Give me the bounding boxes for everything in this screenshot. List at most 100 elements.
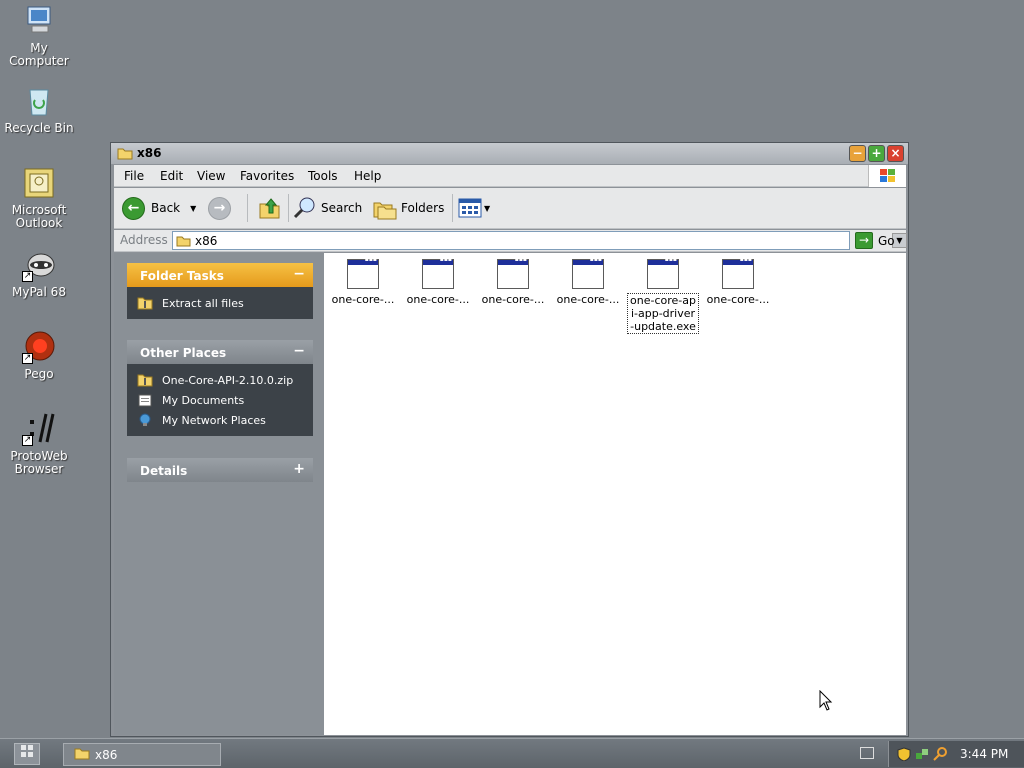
menu-tools[interactable]: Tools <box>308 169 338 183</box>
go-button[interactable]: → Go <box>855 231 905 250</box>
minimize-button[interactable]: − <box>849 145 866 162</box>
folders-label: Folders <box>401 201 445 215</box>
folders-button[interactable]: Folders <box>372 195 444 221</box>
other-places-link-label: One-Core-API-2.10.0.zip <box>162 373 294 387</box>
go-arrow-icon: → <box>855 232 873 249</box>
toolbar-separator <box>288 194 289 222</box>
back-arrow-icon: ← <box>122 196 145 220</box>
folder-icon <box>176 235 191 250</box>
other-places-link-my-documents[interactable]: My Documents <box>137 390 313 410</box>
desktop-icon-label: Microsoft Outlook <box>11 203 67 230</box>
file-item-selected[interactable]: one-core-ap i-app-driver -update.exe <box>627 256 699 334</box>
up-folder-button[interactable] <box>257 195 283 221</box>
desktop-icon-mypal[interactable]: ↗ MyPal 68 <box>0 248 78 299</box>
network-icon[interactable] <box>915 747 929 761</box>
exe-file-icon <box>647 256 679 289</box>
other-places-body: One-Core-API-2.10.0.zip My Documents My … <box>127 364 313 436</box>
desktop-icon-recycle-bin[interactable]: Recycle Bin <box>0 84 78 135</box>
file-name: one-core-... <box>481 293 545 306</box>
file-name: one-core-... <box>556 293 620 306</box>
zip-folder-icon <box>137 296 153 310</box>
taskbar-window-label: x86 <box>95 747 118 762</box>
views-grid-icon <box>458 198 482 218</box>
shortcut-arrow-icon: ↗ <box>22 271 33 282</box>
file-item[interactable]: one-core-... <box>327 256 399 306</box>
menu-favorites[interactable]: Favorites <box>240 169 294 183</box>
folder-icon <box>117 147 133 163</box>
security-shield-icon[interactable] <box>897 747 911 761</box>
collapse-icon[interactable]: − <box>293 266 305 282</box>
file-list-view[interactable]: one-core-... one-core-... one-core-... o… <box>324 253 906 735</box>
outlook-icon <box>22 166 56 200</box>
desktop-icon-label: MyPal 68 <box>12 285 66 299</box>
desktop-icon-protoweb[interactable]: ↗ ProtoWeb Browser <box>0 412 78 476</box>
close-button[interactable]: × <box>887 145 904 162</box>
windows-logo-icon <box>868 165 906 187</box>
taskbar: x86 3:44 PM <box>0 738 1024 768</box>
desktop-icon-outlook[interactable]: Microsoft Outlook <box>0 166 78 230</box>
search-label: Search <box>321 201 363 215</box>
folder-tasks-title: Folder Tasks <box>140 269 224 283</box>
exe-file-icon <box>722 256 754 289</box>
other-places-panel: Other Places − One-Core-API-2.10.0.zip M… <box>127 340 313 436</box>
recycle-bin-icon <box>22 84 56 118</box>
desktop-icon-my-computer[interactable]: My Computer <box>0 4 78 68</box>
extract-all-files-link[interactable]: Extract all files <box>137 293 313 313</box>
address-bar: Address x86 ▼ → Go <box>114 230 907 252</box>
expand-icon[interactable]: + <box>293 461 305 477</box>
menu-view[interactable]: View <box>197 169 225 183</box>
protoweb-icon: ↗ <box>22 412 56 446</box>
forward-button[interactable]: → <box>208 195 237 221</box>
forward-arrow-icon: → <box>208 196 231 220</box>
desktop-icon-label: Pego <box>24 367 54 381</box>
exe-file-icon <box>572 256 604 289</box>
file-item[interactable]: one-core-... <box>402 256 474 306</box>
address-value: x86 <box>195 234 218 248</box>
shortcut-arrow-icon: ↗ <box>22 435 33 446</box>
other-places-link-zip[interactable]: One-Core-API-2.10.0.zip <box>137 370 313 390</box>
search-tray-icon[interactable] <box>933 747 947 761</box>
address-input[interactable]: x86 ▼ <box>172 231 907 250</box>
toolbar: ← Back ▼ → Search Folders ▼ <box>114 188 906 229</box>
clock[interactable]: 3:44 PM <box>960 747 1008 761</box>
desktop-icon-pego[interactable]: ↗ Pego <box>0 330 78 381</box>
views-button[interactable]: ▼ <box>457 195 490 221</box>
taskbar-window-button[interactable]: x86 <box>63 743 221 766</box>
keyboard-icon[interactable] <box>860 747 874 759</box>
window-titlebar[interactable]: x86 − + × <box>111 143 908 164</box>
other-places-link-label: My Documents <box>162 393 245 407</box>
back-label: Back <box>151 201 181 215</box>
details-title: Details <box>140 464 188 478</box>
file-item[interactable]: one-core-... <box>552 256 624 306</box>
menu-help[interactable]: Help <box>354 169 381 183</box>
folder-tasks-header[interactable]: Folder Tasks − <box>127 263 313 287</box>
menu-file[interactable]: File <box>124 169 144 183</box>
back-button[interactable]: ← Back ▼ <box>122 195 196 221</box>
zip-folder-icon <box>137 373 153 387</box>
folder-tasks-body: Extract all files <box>127 287 313 319</box>
other-places-link-label: My Network Places <box>162 413 266 427</box>
explorer-window: x86 − + × File Edit View Favorites Tools… <box>110 142 909 737</box>
details-header[interactable]: Details + <box>127 458 313 482</box>
other-places-link-my-network-places[interactable]: My Network Places <box>137 410 313 430</box>
network-places-icon <box>137 413 153 427</box>
my-documents-icon <box>137 393 153 407</box>
go-label: Go <box>878 233 895 248</box>
back-dropdown-icon[interactable]: ▼ <box>190 204 196 213</box>
collapse-icon[interactable]: − <box>293 343 305 359</box>
file-item[interactable]: one-core-... <box>702 256 774 306</box>
other-places-header[interactable]: Other Places − <box>127 340 313 364</box>
file-name: one-core-ap i-app-driver -update.exe <box>627 293 699 334</box>
extract-all-files-label: Extract all files <box>162 296 244 310</box>
file-item[interactable]: one-core-... <box>477 256 549 306</box>
start-button[interactable] <box>14 743 40 765</box>
views-dropdown-icon: ▼ <box>484 203 491 213</box>
desktop-icon-label: ProtoWeb Browser <box>10 449 68 476</box>
menu-edit[interactable]: Edit <box>160 169 183 183</box>
mypal-raccoon-icon: ↗ <box>22 248 56 282</box>
maximize-button[interactable]: + <box>868 145 885 162</box>
search-button[interactable]: Search <box>292 195 362 221</box>
folder-tasks-panel: Folder Tasks − Extract all files <box>127 263 313 319</box>
mouse-pointer-icon <box>819 690 833 711</box>
pego-icon: ↗ <box>22 330 56 364</box>
